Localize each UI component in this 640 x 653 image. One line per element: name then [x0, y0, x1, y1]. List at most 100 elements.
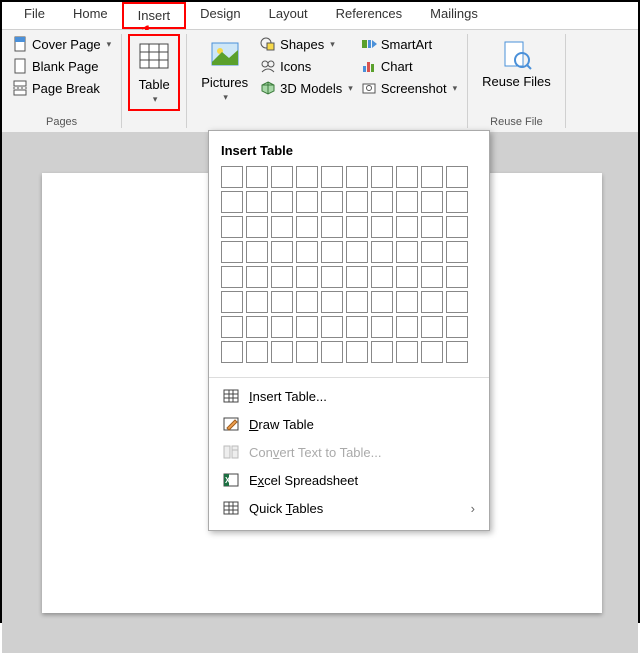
grid-cell[interactable] [371, 216, 393, 238]
grid-cell[interactable] [221, 266, 243, 288]
pictures-button[interactable]: Pictures ▾ [193, 34, 256, 107]
grid-cell[interactable] [446, 341, 468, 363]
grid-cell[interactable] [371, 241, 393, 263]
table-button[interactable]: Table ▾ [128, 34, 180, 111]
grid-cell[interactable] [271, 166, 293, 188]
grid-cell[interactable] [446, 216, 468, 238]
grid-cell[interactable] [421, 341, 443, 363]
chart-button[interactable]: Chart [357, 56, 461, 76]
grid-cell[interactable] [446, 291, 468, 313]
grid-cell[interactable] [296, 241, 318, 263]
grid-cell[interactable] [296, 216, 318, 238]
grid-cell[interactable] [371, 291, 393, 313]
icons-button[interactable]: Icons [256, 56, 357, 76]
grid-cell[interactable] [396, 166, 418, 188]
table-size-grid[interactable] [209, 166, 489, 373]
smartart-button[interactable]: SmartArt [357, 34, 461, 54]
grid-cell[interactable] [396, 341, 418, 363]
grid-cell[interactable] [246, 166, 268, 188]
grid-cell[interactable] [396, 266, 418, 288]
tab-design[interactable]: Design [186, 2, 254, 29]
tab-file[interactable]: File [10, 2, 59, 29]
grid-cell[interactable] [396, 241, 418, 263]
grid-cell[interactable] [321, 266, 343, 288]
page-break-button[interactable]: Page Break [8, 78, 115, 98]
grid-cell[interactable] [446, 166, 468, 188]
grid-cell[interactable] [246, 191, 268, 213]
grid-cell[interactable] [396, 316, 418, 338]
grid-cell[interactable] [371, 316, 393, 338]
grid-cell[interactable] [421, 266, 443, 288]
tab-mailings[interactable]: Mailings [416, 2, 492, 29]
grid-cell[interactable] [221, 291, 243, 313]
grid-cell[interactable] [321, 216, 343, 238]
quick-tables-menu[interactable]: Quick Tables › [209, 494, 489, 522]
grid-cell[interactable] [446, 191, 468, 213]
grid-cell[interactable] [321, 191, 343, 213]
grid-cell[interactable] [221, 316, 243, 338]
grid-cell[interactable] [346, 316, 368, 338]
grid-cell[interactable] [271, 266, 293, 288]
grid-cell[interactable] [246, 316, 268, 338]
tab-references[interactable]: References [322, 2, 416, 29]
grid-cell[interactable] [296, 266, 318, 288]
grid-cell[interactable] [246, 291, 268, 313]
grid-cell[interactable] [421, 291, 443, 313]
grid-cell[interactable] [346, 191, 368, 213]
grid-cell[interactable] [221, 166, 243, 188]
tab-home[interactable]: Home [59, 2, 122, 29]
blank-page-button[interactable]: Blank Page [8, 56, 115, 76]
grid-cell[interactable] [446, 316, 468, 338]
grid-cell[interactable] [271, 191, 293, 213]
insert-table-menu[interactable]: Insert Table... [209, 382, 489, 410]
grid-cell[interactable] [296, 316, 318, 338]
grid-cell[interactable] [321, 291, 343, 313]
tab-layout[interactable]: Layout [255, 2, 322, 29]
grid-cell[interactable] [396, 291, 418, 313]
grid-cell[interactable] [421, 241, 443, 263]
grid-cell[interactable] [346, 166, 368, 188]
grid-cell[interactable] [371, 266, 393, 288]
grid-cell[interactable] [371, 166, 393, 188]
grid-cell[interactable] [221, 216, 243, 238]
grid-cell[interactable] [221, 191, 243, 213]
grid-cell[interactable] [296, 166, 318, 188]
grid-cell[interactable] [371, 191, 393, 213]
grid-cell[interactable] [421, 166, 443, 188]
excel-spreadsheet-menu[interactable]: X Excel Spreadsheet [209, 466, 489, 494]
grid-cell[interactable] [246, 266, 268, 288]
grid-cell[interactable] [271, 316, 293, 338]
grid-cell[interactable] [321, 241, 343, 263]
grid-cell[interactable] [271, 341, 293, 363]
grid-cell[interactable] [321, 166, 343, 188]
grid-cell[interactable] [321, 316, 343, 338]
grid-cell[interactable] [271, 241, 293, 263]
grid-cell[interactable] [246, 216, 268, 238]
reuse-files-button[interactable]: Reuse Files [474, 34, 559, 93]
grid-cell[interactable] [296, 291, 318, 313]
grid-cell[interactable] [221, 341, 243, 363]
grid-cell[interactable] [321, 341, 343, 363]
grid-cell[interactable] [246, 341, 268, 363]
grid-cell[interactable] [446, 241, 468, 263]
grid-cell[interactable] [396, 191, 418, 213]
grid-cell[interactable] [246, 241, 268, 263]
screenshot-button[interactable]: Screenshot▾ [357, 78, 461, 98]
grid-cell[interactable] [346, 291, 368, 313]
grid-cell[interactable] [446, 266, 468, 288]
grid-cell[interactable] [271, 216, 293, 238]
tab-insert[interactable]: Insert [122, 2, 187, 29]
cover-page-button[interactable]: Cover Page▾ [8, 34, 115, 54]
grid-cell[interactable] [346, 266, 368, 288]
draw-table-menu[interactable]: Draw Table [209, 410, 489, 438]
grid-cell[interactable] [346, 341, 368, 363]
grid-cell[interactable] [346, 216, 368, 238]
grid-cell[interactable] [221, 241, 243, 263]
grid-cell[interactable] [271, 291, 293, 313]
grid-cell[interactable] [346, 241, 368, 263]
grid-cell[interactable] [296, 191, 318, 213]
grid-cell[interactable] [421, 191, 443, 213]
3d-models-button[interactable]: 3D Models▾ [256, 78, 357, 98]
grid-cell[interactable] [371, 341, 393, 363]
shapes-button[interactable]: Shapes▾ [256, 34, 357, 54]
